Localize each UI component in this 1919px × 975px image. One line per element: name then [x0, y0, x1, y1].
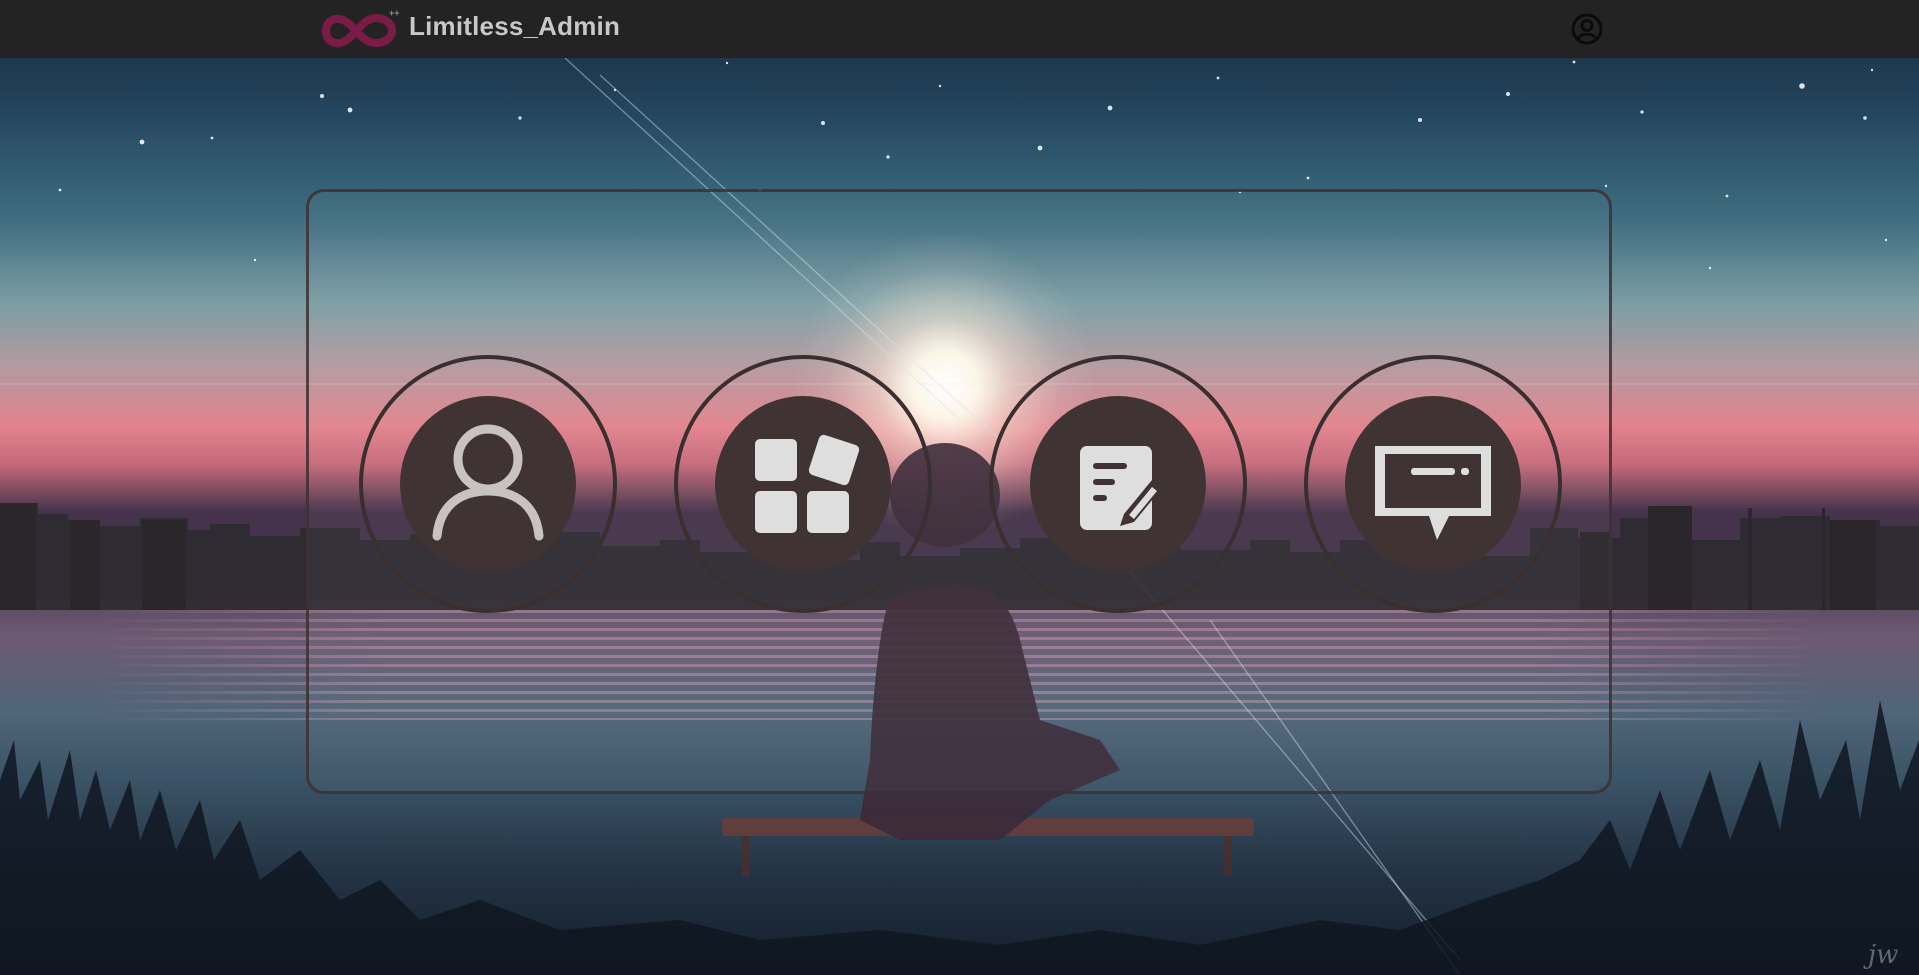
dashboard-tile[interactable]	[674, 355, 932, 613]
edit-document-icon	[1080, 446, 1162, 530]
messages-tile[interactable]	[1304, 355, 1562, 613]
tile-icon-holder	[715, 396, 891, 572]
tile-icon-holder	[1345, 396, 1521, 572]
user-icon	[432, 424, 544, 541]
top-navigation-bar: ++ Limitless_Admin	[0, 0, 1919, 58]
tile-icon-holder	[1030, 396, 1206, 572]
module-panel	[306, 189, 1612, 794]
content-editor-tile[interactable]	[989, 355, 1247, 613]
infinity-logo-icon[interactable]: ++	[318, 6, 400, 52]
artist-signature: jw	[1868, 940, 1899, 970]
account-button[interactable]	[1570, 12, 1604, 46]
svg-text:++: ++	[389, 8, 400, 18]
app-title[interactable]: Limitless_Admin	[409, 11, 620, 42]
user-management-tile[interactable]	[359, 355, 617, 613]
tile-icon-holder	[400, 396, 576, 572]
user-circle-icon	[1571, 13, 1603, 45]
dashboard-grid-icon	[755, 434, 860, 533]
message-icon	[1375, 446, 1491, 540]
